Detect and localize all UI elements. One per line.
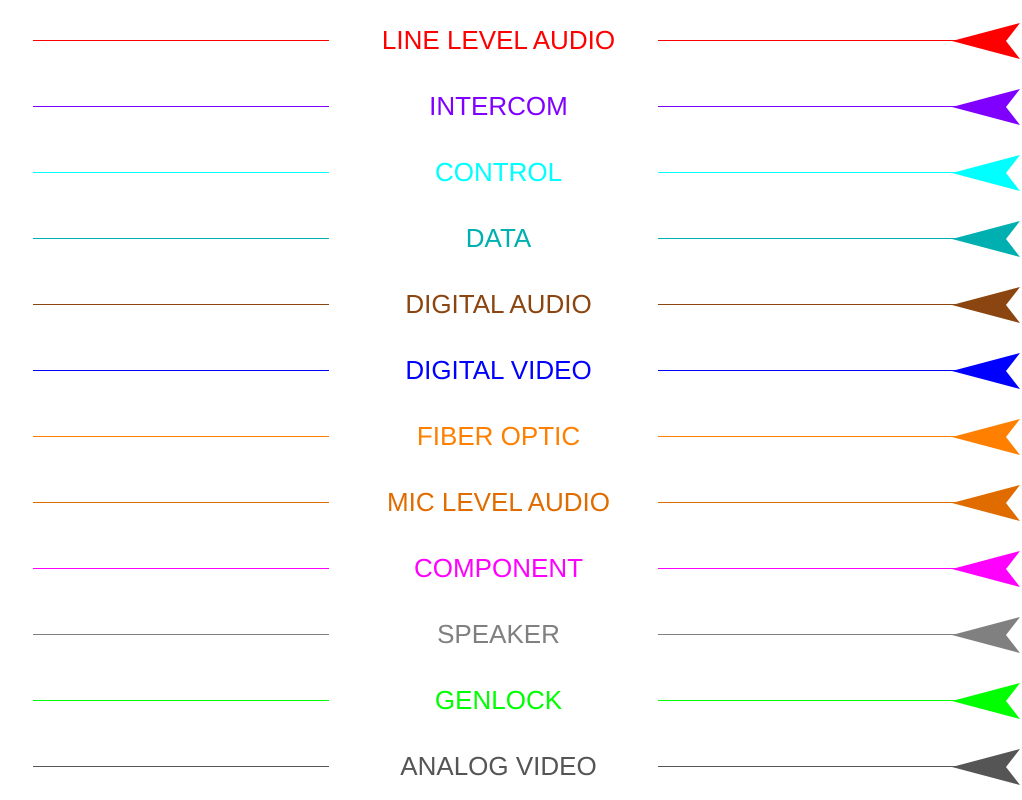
legend-label: INTERCOM [423,91,574,121]
legend-line-right [658,700,970,701]
arrowhead-left-icon [952,749,1020,785]
legend-row-10: GENLOCK [0,668,1022,734]
legend-row-4: DIGITAL AUDIO [0,272,1022,338]
legend-line-right [658,502,970,503]
legend-label: SPEAKER [431,619,566,649]
arrowhead-left-icon [952,221,1020,257]
legend-line-right [658,436,970,437]
cable-legend: LINE LEVEL AUDIO INTERCOM CONTROL DATA D… [0,0,1022,785]
legend-row-8: COMPONENT [0,536,1022,602]
legend-label: MIC LEVEL AUDIO [381,487,616,517]
legend-row-3: DATA [0,206,1022,272]
legend-label: ANALOG VIDEO [394,751,603,781]
arrowhead-left-icon [952,89,1020,125]
arrowhead-left-icon [952,617,1020,653]
legend-line-left [33,370,329,371]
legend-line-right [658,766,970,767]
arrowhead-left-icon [952,155,1020,191]
legend-label: DATA [459,223,538,253]
legend-line-left [33,106,329,107]
legend-label: COMPONENT [408,553,589,583]
legend-label: LINE LEVEL AUDIO [375,25,622,55]
legend-line-right [658,106,970,107]
legend-line-left [33,700,329,701]
arrowhead-left-icon [952,23,1020,59]
legend-line-left [33,568,329,569]
arrowhead-left-icon [952,551,1020,587]
legend-line-right [658,634,970,635]
legend-line-right [658,172,970,173]
legend-row-2: CONTROL [0,140,1022,206]
legend-row-7: MIC LEVEL AUDIO [0,470,1022,536]
legend-line-right [658,304,970,305]
legend-label: DIGITAL VIDEO [399,355,598,385]
legend-line-right [658,238,970,239]
legend-line-left [33,40,329,41]
legend-row-11: ANALOG VIDEO [0,734,1022,800]
legend-row-1: INTERCOM [0,74,1022,140]
legend-row-0: LINE LEVEL AUDIO [0,8,1022,74]
arrowhead-left-icon [952,353,1020,389]
legend-row-5: DIGITAL VIDEO [0,338,1022,404]
legend-line-right [658,568,970,569]
legend-line-left [33,238,329,239]
arrowhead-left-icon [952,287,1020,323]
legend-row-9: SPEAKER [0,602,1022,668]
legend-label: DIGITAL AUDIO [399,289,598,319]
legend-line-left [33,634,329,635]
arrowhead-left-icon [952,419,1020,455]
legend-label: GENLOCK [428,685,569,715]
legend-label: FIBER OPTIC [410,421,587,451]
legend-line-left [33,172,329,173]
arrowhead-left-icon [952,683,1020,719]
arrowhead-left-icon [952,485,1020,521]
legend-row-6: FIBER OPTIC [0,404,1022,470]
legend-line-left [33,502,329,503]
legend-line-left [33,436,329,437]
legend-label: CONTROL [428,157,569,187]
legend-line-left [33,304,329,305]
legend-line-right [658,40,970,41]
legend-line-right [658,370,970,371]
legend-line-left [33,766,329,767]
